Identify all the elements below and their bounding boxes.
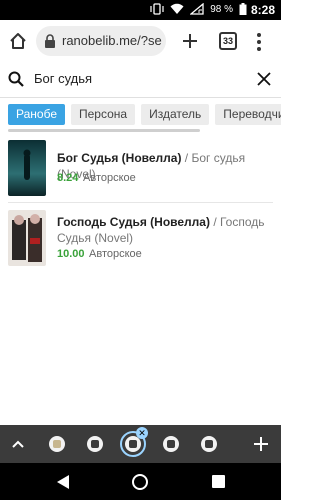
tab-ranobe[interactable]: Ранобе [8,104,65,125]
tab-strip: ✕ [0,425,281,463]
cover-image[interactable] [8,140,46,196]
search-bar: Бог судья [0,62,281,98]
battery-percent: 98 % [210,3,233,15]
signal-icon [190,3,204,15]
tabs-scroll-indicator [8,129,200,132]
search-input[interactable]: Бог судья [34,71,92,86]
type-label: Авторское [83,172,136,184]
list-item[interactable]: Господь Судья (Новелла) / Господь Судья … [0,210,281,268]
tab-thumbnail[interactable] [194,429,224,459]
result-title[interactable]: Господь Судья (Новелла) / Господь Судья … [57,214,275,246]
wifi-icon [170,3,184,14]
close-tab-icon[interactable]: ✕ [136,427,148,439]
cover-image[interactable] [8,210,46,266]
recent-apps-button[interactable] [212,475,225,488]
tab-switcher-button[interactable]: 33 [219,32,237,50]
rating-value: 10.00 [57,248,85,260]
battery-icon [239,3,247,15]
tab-thumbnail[interactable] [156,429,186,459]
search-category-tabs: Ранобе ПерсонаИздательПереводчик [8,104,281,126]
tab-translator[interactable]: Переводчик [215,104,281,125]
home-button[interactable] [132,474,148,490]
address-bar[interactable]: ranobelib.me/?se [36,26,166,56]
vibrate-icon [150,3,164,15]
list-item[interactable]: Бог Судья (Новелла) / Бог судья (Novel) … [0,140,281,198]
navigation-bar [0,463,281,500]
status-bar: 98 % 8:28 [0,0,281,20]
back-icon[interactable] [56,474,70,490]
tab-thumbnail[interactable] [80,429,110,459]
url-text: ranobelib.me/?se [62,33,162,48]
chevron-up-icon[interactable] [10,436,26,452]
search-icon [8,71,24,87]
home-icon[interactable] [8,31,28,51]
rating-value: 8.24 [57,172,79,184]
tab-thumbnail[interactable] [42,429,72,459]
kebab-menu-icon[interactable] [254,32,264,52]
lock-icon [45,34,55,48]
clock: 8:28 [250,3,275,17]
new-tab-icon[interactable] [252,435,270,453]
tab-publisher[interactable]: Издатель [141,104,210,125]
browser-toolbar: ranobelib.me/?se 33 [0,20,281,62]
close-icon[interactable] [256,71,272,87]
divider [8,202,273,203]
current-tab-thumbnail[interactable]: ✕ [118,427,148,459]
plus-icon[interactable] [180,31,200,51]
type-label: Авторское [89,248,142,260]
tab-persona[interactable]: Персона [71,104,136,125]
